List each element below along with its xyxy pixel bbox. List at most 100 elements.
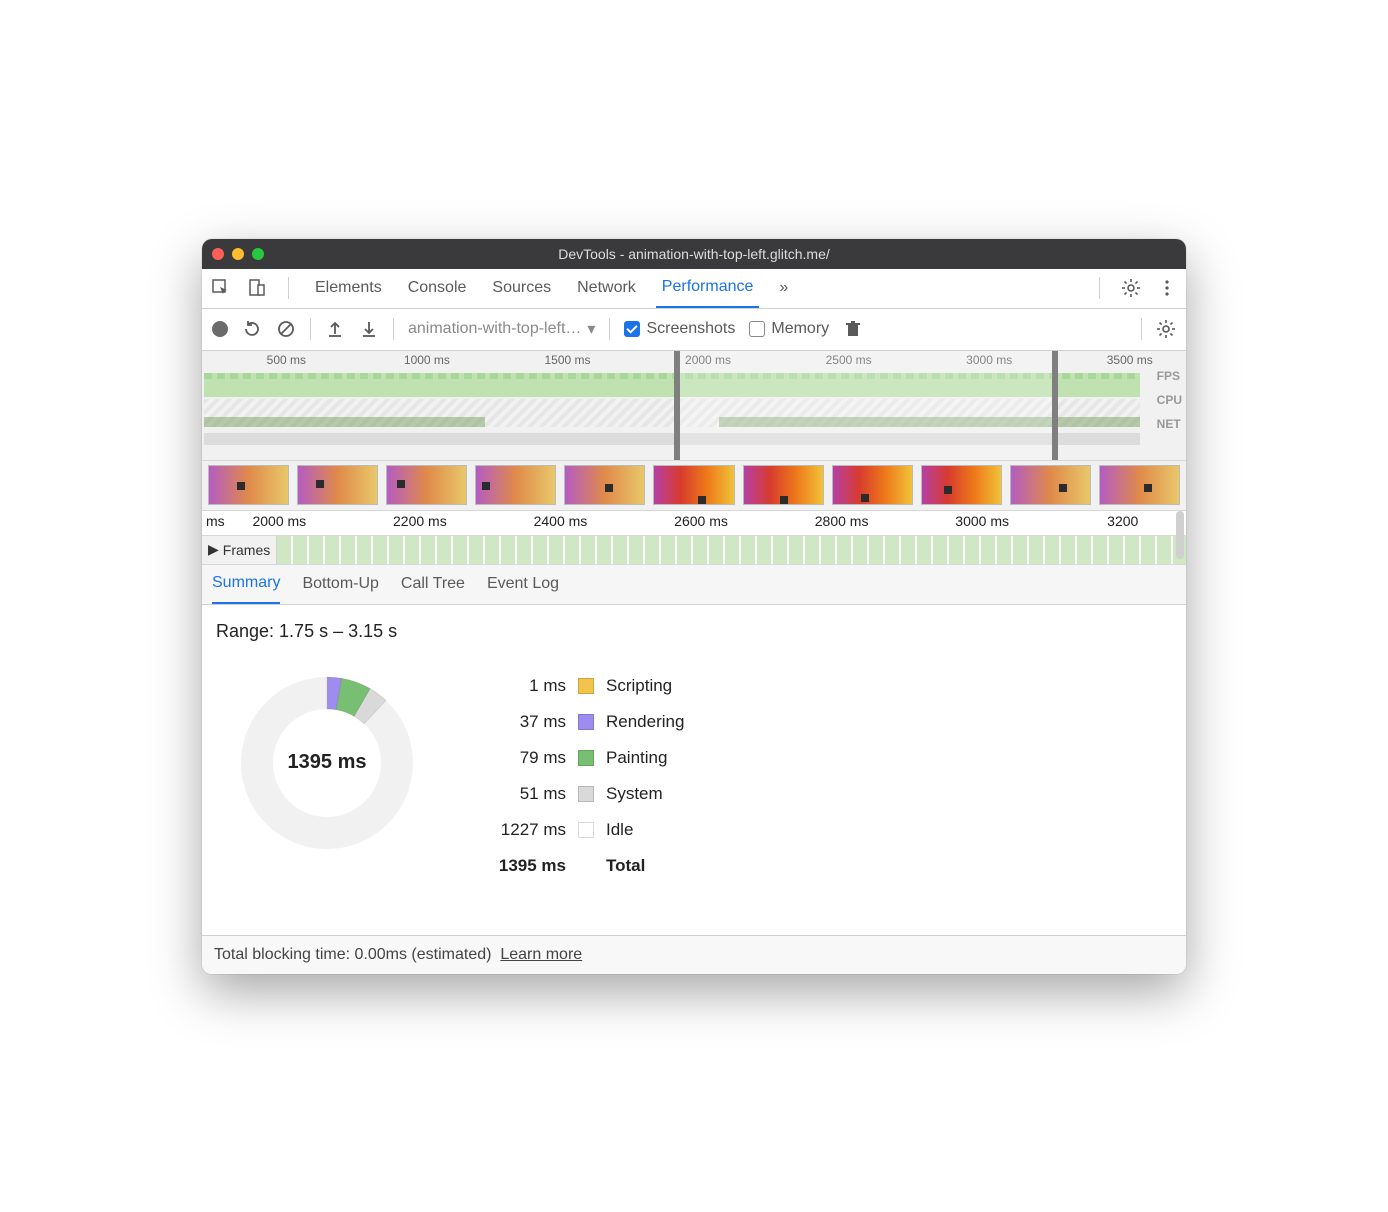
legend-label: Painting — [606, 748, 667, 768]
screenshots-filmstrip[interactable] — [202, 461, 1186, 511]
frames-track[interactable]: ▶ Frames — [202, 535, 1186, 565]
flame-tick: 2400 ms — [534, 513, 588, 529]
filmstrip-thumbnail[interactable] — [1099, 465, 1180, 505]
filmstrip-thumbnail[interactable] — [1010, 465, 1091, 505]
tab-performance[interactable]: Performance — [656, 268, 760, 308]
record-button[interactable] — [212, 321, 228, 337]
legend-value: 51 ms — [492, 784, 566, 804]
legend-label: Rendering — [606, 712, 684, 732]
recording-select-label: animation-with-top-left… — [408, 320, 581, 338]
gear-icon[interactable] — [1156, 319, 1176, 339]
net-track — [204, 433, 1140, 445]
legend-label: System — [606, 784, 663, 804]
overview-tick: 2000 ms — [685, 353, 731, 367]
filmstrip-thumbnail[interactable] — [564, 465, 645, 505]
window-title: DevTools - animation-with-top-left.glitc… — [202, 246, 1186, 262]
legend-swatch — [578, 750, 594, 766]
filmstrip-thumbnail[interactable] — [921, 465, 1002, 505]
filmstrip-thumbnail[interactable] — [208, 465, 289, 505]
devtools-window: DevTools - animation-with-top-left.glitc… — [202, 239, 1186, 974]
frames-track-header[interactable]: ▶ Frames — [202, 536, 277, 564]
tab-console[interactable]: Console — [402, 268, 473, 308]
gear-icon[interactable] — [1120, 278, 1142, 298]
divider — [1099, 277, 1100, 299]
summary-panel: Range: 1.75 s – 3.15 s 1395 ms 1 ms Scri… — [202, 605, 1186, 935]
details-tab-call-tree[interactable]: Call Tree — [401, 564, 465, 604]
reload-icon[interactable] — [242, 320, 262, 338]
caret-right-icon: ▶ — [208, 541, 219, 558]
tab-elements[interactable]: Elements — [309, 268, 388, 308]
clear-icon[interactable] — [276, 320, 296, 338]
legend-label: Scripting — [606, 676, 672, 696]
divider — [393, 318, 394, 340]
performance-toolbar: animation-with-top-left… ▾ Screenshots M… — [202, 309, 1186, 351]
donut-center-total: 1395 ms — [232, 668, 422, 858]
filmstrip-thumbnail[interactable] — [475, 465, 556, 505]
net-label: NET — [1157, 417, 1182, 431]
filmstrip-thumbnail[interactable] — [653, 465, 734, 505]
flame-tick: 3200 — [1107, 513, 1138, 529]
legend-swatch — [578, 678, 594, 694]
filmstrip-thumbnail[interactable] — [297, 465, 378, 505]
legend-row-painting: 79 ms Painting — [492, 740, 684, 776]
legend-row-scripting: 1 ms Scripting — [492, 668, 684, 704]
trash-icon[interactable] — [843, 320, 863, 338]
upload-icon[interactable] — [325, 320, 345, 338]
filmstrip-thumbnail[interactable] — [832, 465, 913, 505]
details-tab-bottom-up[interactable]: Bottom-Up — [302, 564, 378, 604]
summary-donut-chart: 1395 ms — [232, 668, 422, 858]
legend-swatch — [578, 822, 594, 838]
tab-sources[interactable]: Sources — [486, 268, 557, 308]
blocking-time-text: Total blocking time: 0.00ms (estimated) — [214, 946, 491, 963]
legend-swatch — [578, 786, 594, 802]
details-tab-event-log[interactable]: Event Log — [487, 564, 559, 604]
summary-legend: 1 ms Scripting37 ms Rendering79 ms Paint… — [492, 668, 684, 884]
recording-select[interactable]: animation-with-top-left… ▾ — [408, 319, 595, 339]
checkbox-checked-icon[interactable] — [624, 321, 640, 337]
titlebar[interactable]: DevTools - animation-with-top-left.glitc… — [202, 239, 1186, 269]
frames-label: Frames — [223, 542, 270, 558]
divider — [1141, 318, 1142, 340]
legend-swatch — [578, 714, 594, 730]
filmstrip-thumbnail[interactable] — [386, 465, 467, 505]
frames-bars — [277, 536, 1186, 564]
flame-tick: 2200 ms — [393, 513, 447, 529]
vertical-scrollbar[interactable] — [1176, 511, 1184, 559]
inspect-icon[interactable] — [210, 279, 232, 297]
flame-tick: 3000 ms — [955, 513, 1009, 529]
divider — [609, 318, 610, 340]
filmstrip-thumbnail[interactable] — [743, 465, 824, 505]
memory-toggle[interactable]: Memory — [749, 320, 829, 338]
details-tabbar: Summary Bottom-Up Call Tree Event Log — [202, 565, 1186, 605]
legend-total-label: Total — [606, 856, 645, 876]
ruler-clip: ms — [206, 513, 225, 529]
footer-bar: Total blocking time: 0.00ms (estimated) … — [202, 935, 1186, 974]
screenshots-toggle[interactable]: Screenshots — [624, 320, 735, 338]
legend-label: Idle — [606, 820, 633, 840]
legend-total-value: 1395 ms — [492, 856, 566, 876]
learn-more-link[interactable]: Learn more — [500, 946, 582, 963]
memory-label: Memory — [771, 320, 829, 338]
flame-ruler: ms 2000 ms2200 ms2400 ms2600 ms2800 ms30… — [202, 511, 1186, 535]
chevron-down-icon: ▾ — [587, 319, 595, 339]
flame-chart-area[interactable]: ms 2000 ms2200 ms2400 ms2600 ms2800 ms30… — [202, 511, 1186, 565]
device-toggle-icon[interactable] — [246, 279, 268, 297]
timeline-overview[interactable]: 500 ms1000 ms1500 ms2000 ms2500 ms3000 m… — [202, 351, 1186, 461]
overview-tick: 500 ms — [267, 353, 306, 367]
download-icon[interactable] — [359, 320, 379, 338]
fps-track — [204, 369, 1140, 397]
checkbox-unchecked-icon[interactable] — [749, 321, 765, 337]
overview-tick: 2500 ms — [826, 353, 872, 367]
cpu-track — [204, 399, 1140, 427]
kebab-menu-icon[interactable] — [1156, 279, 1178, 297]
tabs-overflow-button[interactable]: » — [773, 268, 794, 308]
overview-tick: 1000 ms — [404, 353, 450, 367]
divider — [310, 318, 311, 340]
range-label: Range: 1.75 s – 3.15 s — [216, 621, 1172, 642]
devtools-tabbar: Elements Console Sources Network Performance… — [202, 269, 1186, 309]
legend-row-rendering: 37 ms Rendering — [492, 704, 684, 740]
details-tab-summary[interactable]: Summary — [212, 564, 280, 604]
screenshots-label: Screenshots — [646, 320, 735, 338]
overview-tick: 3000 ms — [966, 353, 1012, 367]
tab-network[interactable]: Network — [571, 268, 642, 308]
